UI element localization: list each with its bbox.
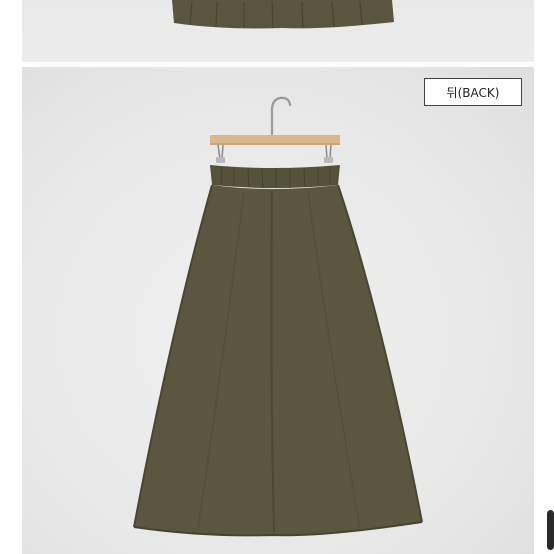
hanger-hook-icon [270, 96, 292, 137]
back-view-label: 뒤(BACK) [424, 78, 522, 106]
scrollbar-thumb[interactable] [547, 510, 554, 550]
skirt-back-image [133, 96, 423, 537]
previous-product-photo [22, 0, 534, 62]
skirt-hem-image [172, 0, 394, 29]
product-back-photo [22, 67, 534, 554]
